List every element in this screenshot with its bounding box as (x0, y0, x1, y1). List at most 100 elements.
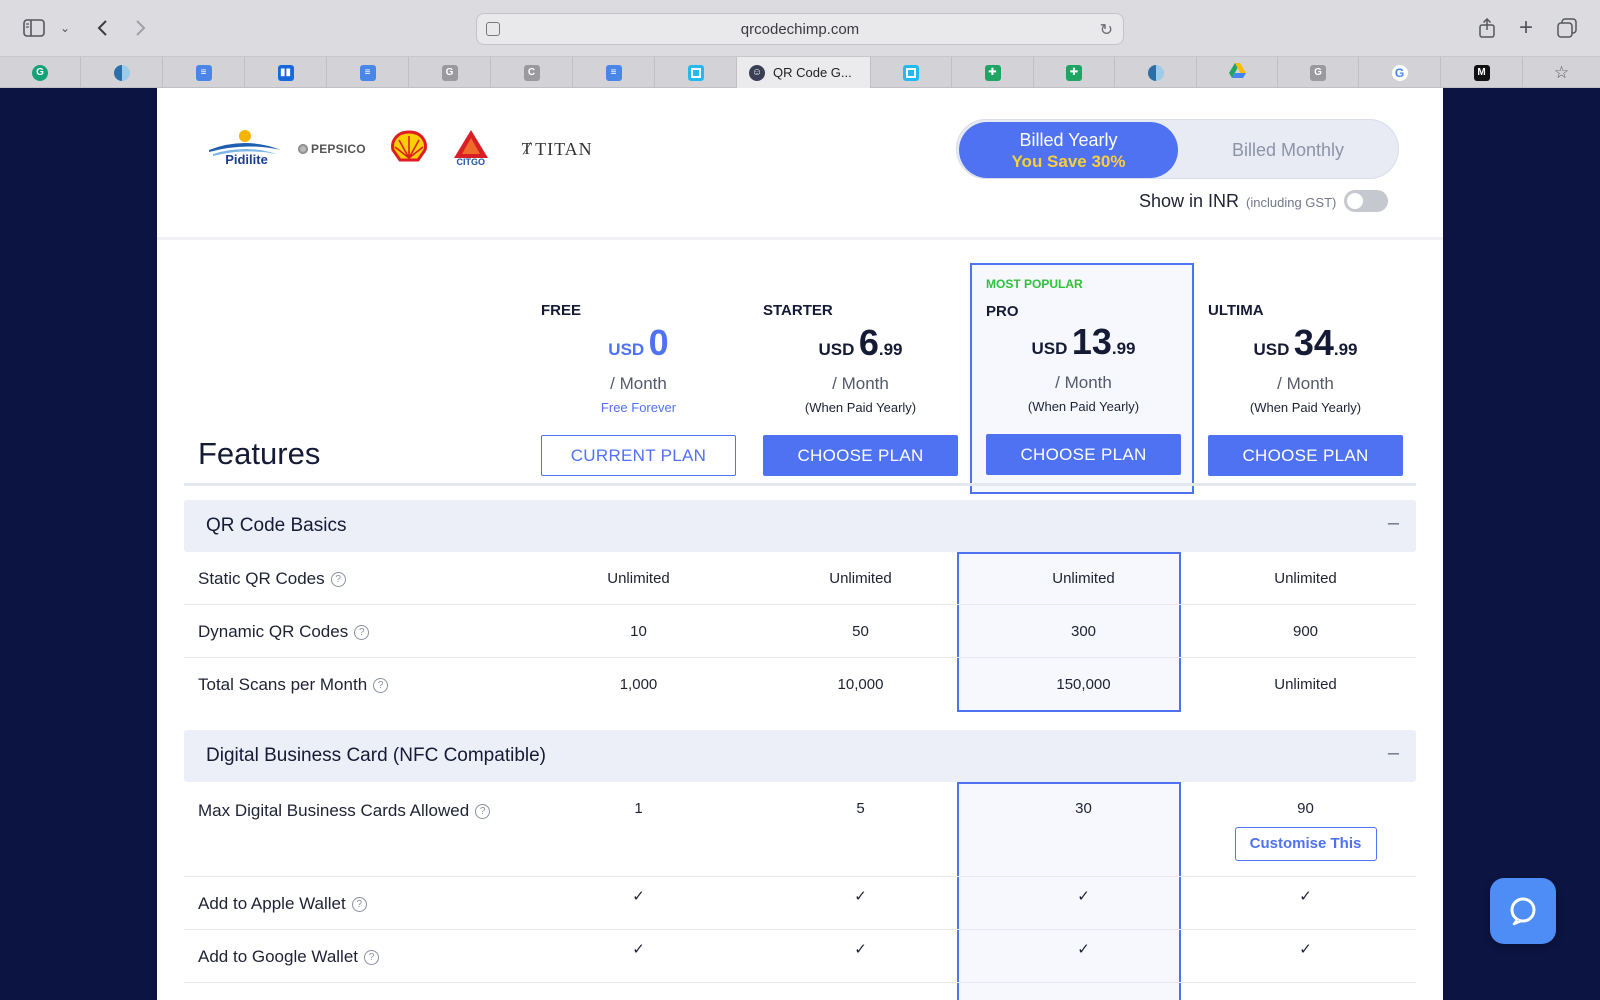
customise-button[interactable]: Customise This (1234, 827, 1377, 861)
browser-toolbar: ⌄ qrcodechimp.com ↻ + (0, 0, 1600, 57)
help-icon[interactable]: ? (354, 624, 370, 640)
tab-grammarly[interactable]: G (0, 57, 81, 88)
tab-g[interactable]: G (409, 57, 491, 88)
pepsico-mark (298, 144, 308, 154)
page-menu-icon[interactable] (486, 22, 500, 36)
price-amount: 6 (858, 322, 879, 363)
plan-note: (When Paid Yearly) (804, 400, 917, 415)
c-icon: C (523, 64, 540, 81)
drive-icon (1228, 62, 1246, 83)
docs-icon: ≡ (605, 64, 622, 81)
starter-value: 50 (852, 623, 869, 640)
trello-icon: ▮▮ (277, 64, 294, 81)
chat-support-button[interactable] (1490, 878, 1556, 944)
tab-docs[interactable]: ≡ (573, 57, 655, 88)
section-digital-business-card[interactable]: Digital Business Card (NFC Compatible) – (184, 730, 1416, 782)
billed-yearly-option[interactable]: Billed Yearly You Save 30% (959, 122, 1178, 178)
currency: USD (818, 340, 855, 359)
plan-pro: PRO USD 13.99 / Month (When Paid Yearly)… (986, 258, 1209, 486)
ultima-cell: 90 Customise This (1208, 800, 1403, 861)
forward-icon[interactable] (131, 14, 151, 42)
site-icon (1147, 64, 1164, 81)
share-icon[interactable] (1476, 14, 1498, 42)
pro-value: Unlimited (1052, 570, 1115, 587)
free-value: Unlimited (607, 570, 670, 587)
free-value: 1 (634, 800, 643, 817)
titan-wordmark: TITAN (535, 138, 593, 159)
address-bar[interactable]: qrcodechimp.com ↻ (476, 13, 1124, 45)
feature-name: Add to Apple Wallet? (198, 894, 367, 914)
price-cents: .99 (1333, 340, 1358, 359)
plan-price: USD 0 (541, 322, 736, 364)
ultima-value: 90 (1297, 800, 1314, 817)
chevron-down-icon[interactable]: ⌄ (58, 14, 72, 42)
choose-plan-button[interactable]: CHOOSE PLAN (986, 434, 1181, 475)
pro-value: 30 (1075, 800, 1092, 817)
choose-plan-button[interactable]: CHOOSE PLAN (763, 435, 958, 476)
price-cents: .99 (1111, 339, 1136, 358)
tab-overview-icon[interactable] (1556, 14, 1578, 42)
currency: USD (1253, 340, 1290, 359)
tab-sheets[interactable]: ✚ (952, 57, 1034, 88)
tab-drive[interactable] (1197, 57, 1278, 88)
sidebar-toggle-icon[interactable] (22, 14, 46, 42)
table-row: Dynamic QR Codes? 10 50 300 900 (184, 605, 1416, 658)
feature-label: Add to Google Wallet (198, 947, 359, 966)
help-icon[interactable]: ? (475, 803, 491, 819)
tab-trello[interactable]: ▮▮ (245, 57, 327, 88)
tab-medium[interactable]: M (1441, 57, 1523, 88)
tab-sheets[interactable]: ✚ (1034, 57, 1115, 88)
active-tab-title: QR Code G... (773, 65, 852, 80)
plan-ultima: ULTIMA USD 34.99 / Month (When Paid Year… (1208, 258, 1431, 486)
pidilite-logo: Pidilite (207, 128, 282, 170)
help-icon[interactable]: ? (364, 949, 380, 965)
choose-plan-button[interactable]: CHOOSE PLAN (1208, 435, 1403, 476)
section-qr-code-basics[interactable]: QR Code Basics – (184, 500, 1416, 552)
reload-icon[interactable]: ↻ (1100, 20, 1113, 40)
section-rows: Max Digital Business Cards Allowed? 1 5 … (184, 782, 1416, 1000)
check-icon: ✓ (854, 941, 867, 958)
inr-label: Show in INR (1139, 190, 1240, 211)
help-icon[interactable]: ? (351, 896, 367, 912)
bookmark-star-icon[interactable]: ☆ (1523, 57, 1600, 88)
new-tab-icon[interactable]: + (1516, 14, 1536, 42)
section-rows: Static QR Codes? Unlimited Unlimited Unl… (184, 552, 1416, 712)
back-icon[interactable] (92, 14, 112, 42)
tab-site[interactable] (1115, 57, 1197, 88)
plan-free: FREE USD 0 / Month Free Forever CURRENT … (541, 258, 764, 486)
price-period: / Month (832, 374, 889, 393)
currency: USD (608, 340, 645, 359)
check-icon: ✓ (632, 888, 645, 905)
starter-value: Unlimited (829, 570, 892, 587)
feature-label: Static QR Codes (198, 569, 325, 588)
tab-app[interactable] (871, 57, 952, 88)
tab-app[interactable] (655, 57, 737, 88)
feature-name: Total Scans per Month? (198, 675, 389, 695)
g-icon: G (1310, 64, 1326, 81)
section-title: QR Code Basics (206, 515, 347, 536)
tab-google[interactable]: G (1359, 57, 1441, 88)
tab-bar: G ≡ ▮▮ ≡ G C ≡ ☺ QR Code G... ✚ ✚ G G M … (0, 57, 1600, 88)
tab-g[interactable]: G (1278, 57, 1359, 88)
chat-bubble-icon (1510, 897, 1536, 926)
inr-switch[interactable] (1344, 190, 1389, 212)
help-icon[interactable]: ? (330, 571, 346, 587)
collapse-icon[interactable]: – (1388, 742, 1399, 765)
plan-note: (When Paid Yearly) (1027, 399, 1140, 414)
tab-docs[interactable]: ≡ (163, 57, 245, 88)
current-plan-button[interactable]: CURRENT PLAN (541, 435, 736, 476)
plan-name: PRO (986, 303, 1019, 320)
tab-docs[interactable]: ≡ (327, 57, 409, 88)
tab-qr-code-generator[interactable]: ☺ QR Code G... (737, 57, 871, 88)
billed-yearly-label: Billed Yearly (1019, 130, 1118, 150)
help-icon[interactable]: ? (373, 677, 389, 693)
site-icon (113, 64, 130, 81)
ultima-value: 900 (1292, 623, 1319, 640)
tab-c[interactable]: C (491, 57, 573, 88)
table-row: Add to Google Wallet? ✓ ✓ ✓ ✓ (184, 930, 1416, 983)
billed-monthly-option[interactable]: Billed Monthly (1178, 120, 1398, 180)
feature-label: Max Digital Business Cards Allowed (198, 801, 470, 820)
collapse-icon[interactable]: – (1388, 512, 1399, 535)
tab-site[interactable] (81, 57, 163, 88)
inr-toggle-row: Show in INR (including GST) (1139, 190, 1389, 212)
